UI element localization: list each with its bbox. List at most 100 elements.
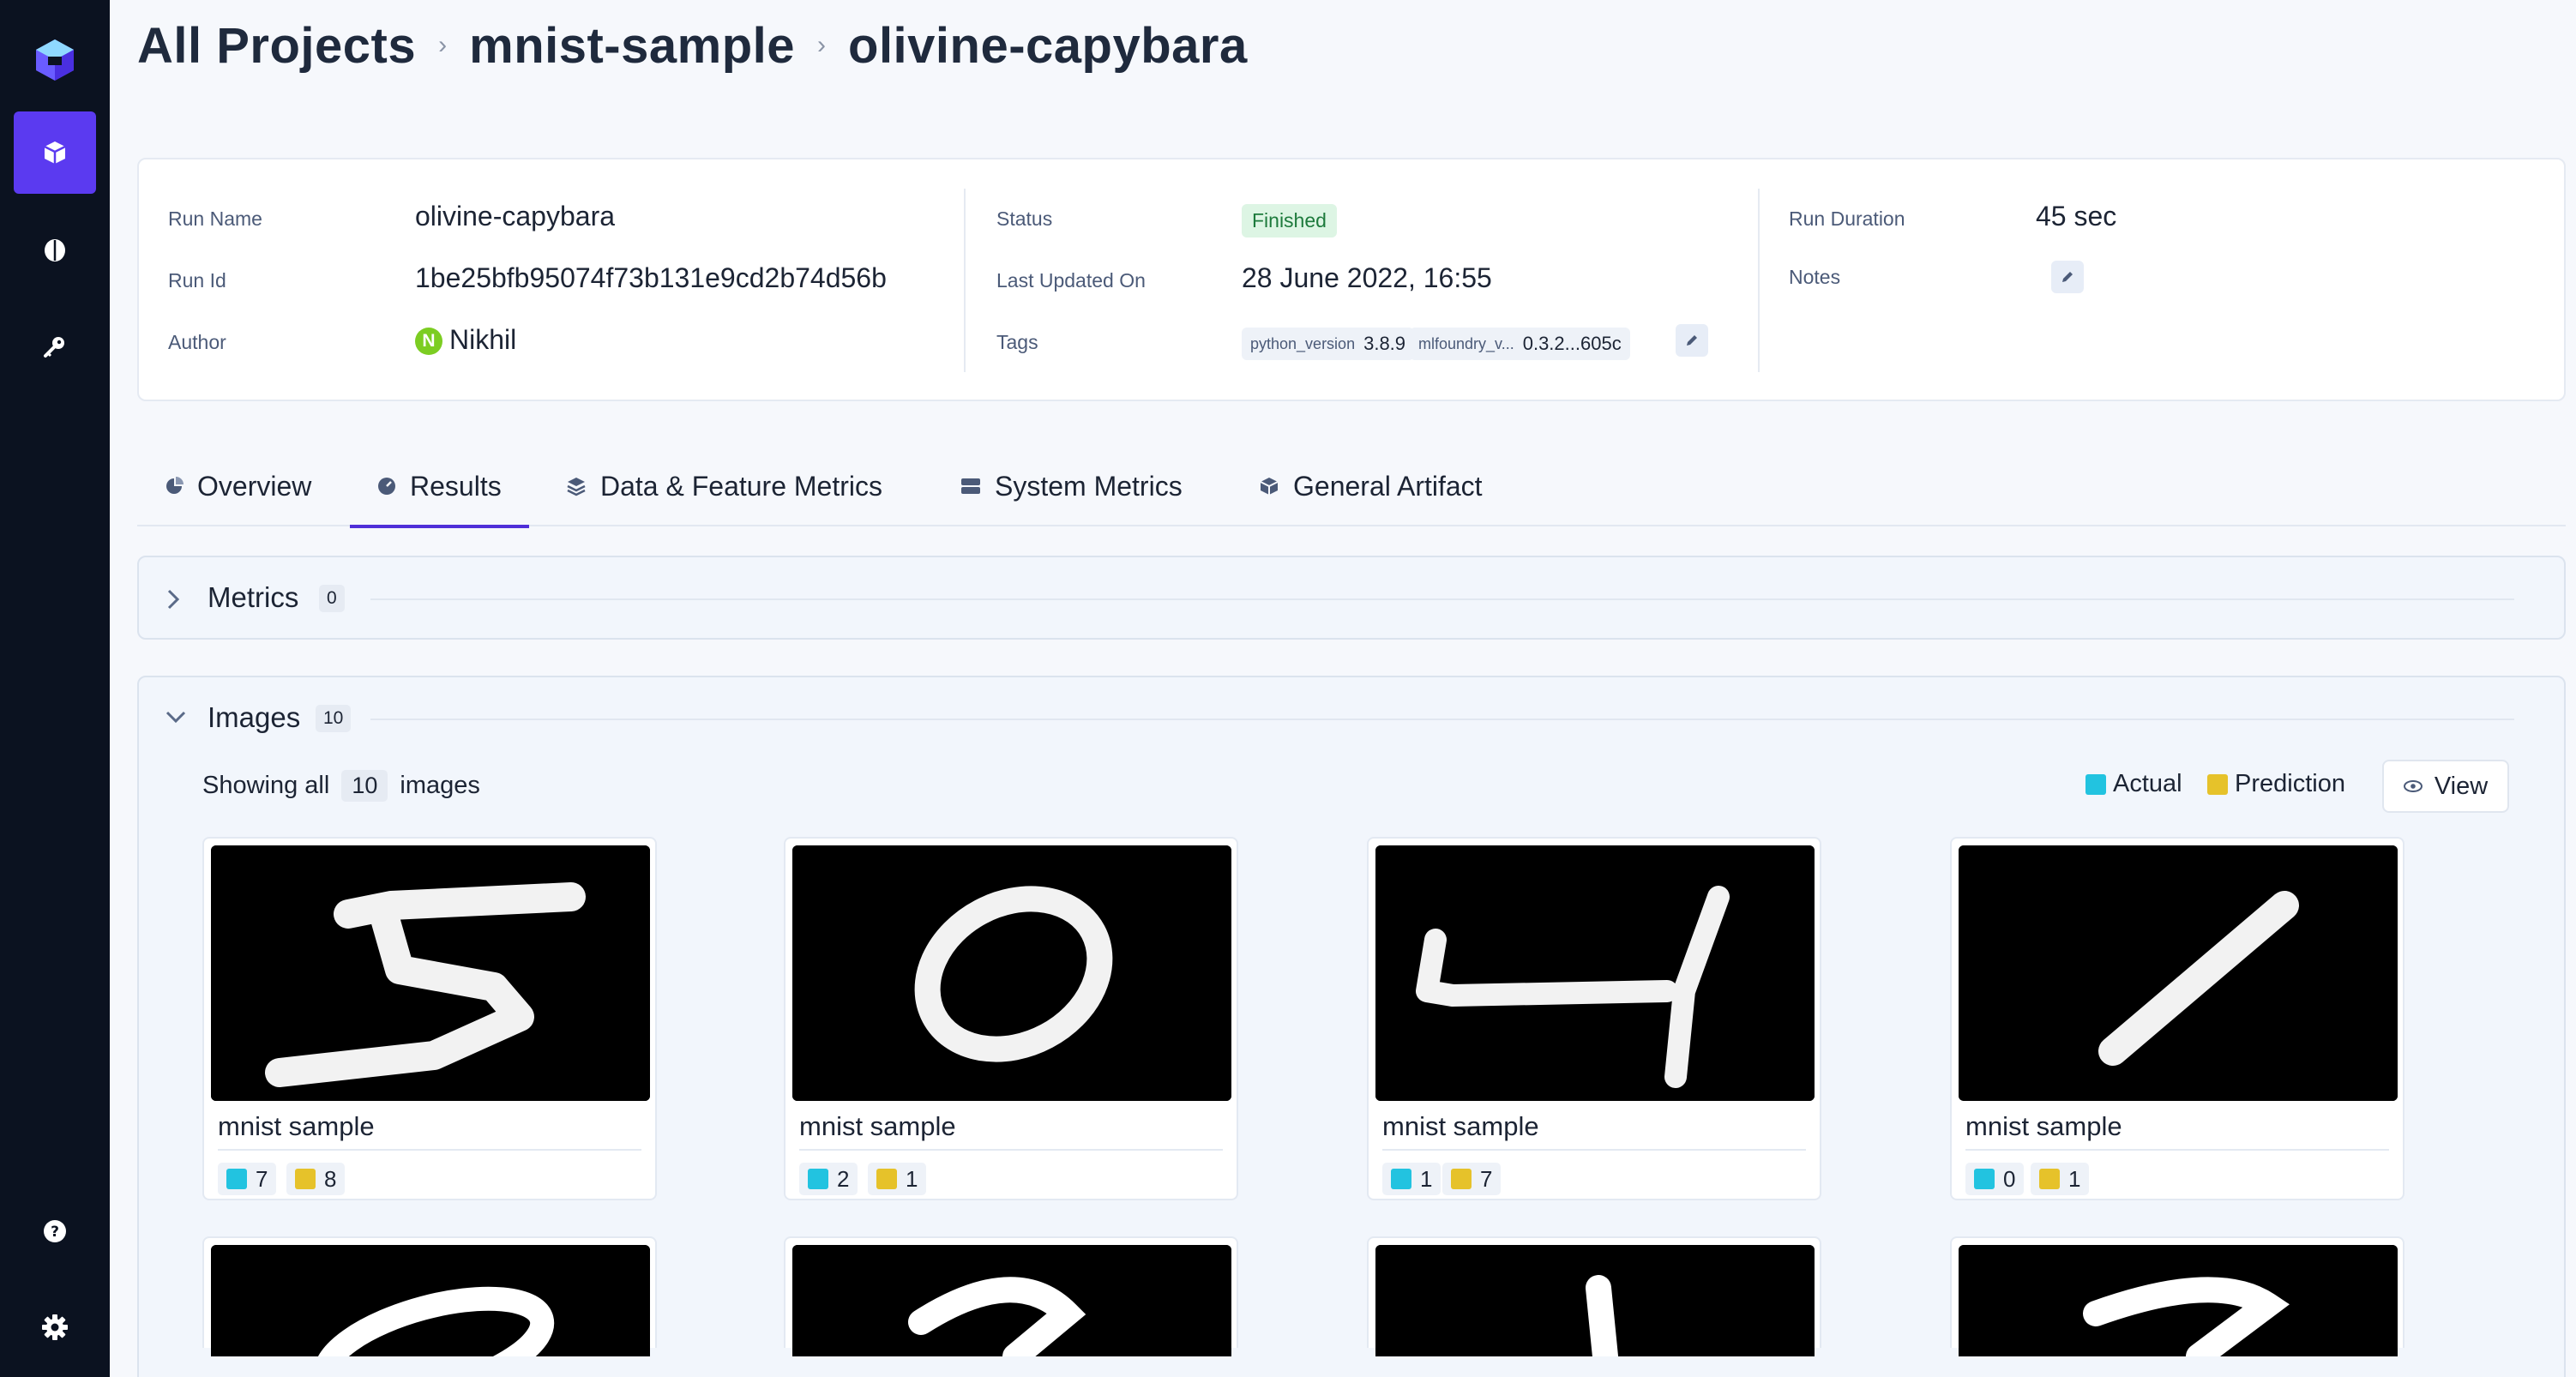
actual-label-pill: 1 bbox=[1382, 1163, 1441, 1195]
image-card[interactable] bbox=[202, 1236, 657, 1356]
tab-data-feature-metrics[interactable]: Data & Feature Metrics bbox=[566, 446, 882, 526]
gauge-icon bbox=[378, 478, 395, 495]
images-panel-title: Images bbox=[208, 701, 301, 733]
logo-icon[interactable] bbox=[14, 19, 96, 101]
image-card[interactable] bbox=[1367, 1236, 1821, 1356]
actual-value: 2 bbox=[837, 1165, 850, 1192]
chevron-right-icon: › bbox=[817, 31, 827, 59]
run-name-label: Run Name bbox=[168, 207, 262, 230]
breadcrumb-all-projects[interactable]: All Projects bbox=[137, 17, 416, 75]
divider bbox=[370, 719, 2514, 720]
mnist-digit-image bbox=[1375, 1245, 1815, 1356]
tag-value: 3.8.9 bbox=[1363, 333, 1406, 354]
pencil-icon bbox=[2062, 272, 2073, 282]
actual-swatch bbox=[1391, 1169, 1411, 1189]
prediction-swatch bbox=[876, 1169, 897, 1189]
pie-chart-icon bbox=[166, 477, 184, 494]
image-card[interactable] bbox=[784, 1236, 1238, 1356]
image-caption: mnist sample bbox=[1382, 1111, 1539, 1141]
tab-label: Results bbox=[410, 470, 502, 502]
breadcrumb: All Projects › mnist-sample › olivine-ca… bbox=[137, 15, 1248, 75]
tag-key: mlfoundry_v... bbox=[1418, 334, 1514, 352]
divider bbox=[1965, 1149, 2389, 1151]
help-icon[interactable]: ? bbox=[14, 1190, 96, 1272]
mnist-digit-image bbox=[792, 845, 1231, 1101]
divider bbox=[1382, 1149, 1806, 1151]
tab-overview[interactable]: Overview bbox=[165, 446, 311, 526]
server-icon bbox=[961, 478, 980, 494]
legend-actual: Actual bbox=[2085, 770, 2182, 798]
status-badge: Finished bbox=[1242, 204, 1337, 238]
svg-text:?: ? bbox=[51, 1224, 59, 1241]
metrics-count-badge: 0 bbox=[319, 585, 345, 612]
chevron-right-icon[interactable] bbox=[165, 588, 182, 610]
main-content: All Projects › mnist-sample › olivine-ca… bbox=[137, 0, 2566, 1377]
tab-label: Data & Feature Metrics bbox=[600, 470, 882, 502]
image-card[interactable]: mnist sample 2 1 bbox=[784, 837, 1238, 1200]
run-id-value: 1be25bfb95074f73b131e9cd2b74d56b bbox=[415, 262, 887, 293]
legend-actual-label: Actual bbox=[2113, 770, 2182, 797]
showing-count-text: Showing all 10 images bbox=[202, 770, 480, 802]
sidebar: ? bbox=[0, 0, 110, 1377]
actual-swatch bbox=[226, 1169, 247, 1189]
breadcrumb-project[interactable]: mnist-sample bbox=[469, 17, 795, 75]
metrics-panel[interactable]: Metrics 0 bbox=[137, 556, 2566, 640]
prediction-swatch bbox=[1451, 1169, 1472, 1189]
run-duration-label: Run Duration bbox=[1789, 207, 1905, 230]
tag-key: python_version bbox=[1250, 334, 1356, 352]
models-icon[interactable] bbox=[14, 209, 96, 292]
images-panel: Images 10 Showing all 10 images Actual P… bbox=[137, 676, 2566, 1377]
notes-label: Notes bbox=[1789, 266, 1841, 288]
legend-prediction-label: Prediction bbox=[2235, 770, 2345, 797]
projects-icon[interactable] bbox=[14, 111, 96, 194]
pencil-icon bbox=[1687, 335, 1697, 346]
tags-label: Tags bbox=[996, 331, 1038, 353]
image-card[interactable]: mnist sample 0 1 bbox=[1950, 837, 2404, 1200]
actual-label-pill: 0 bbox=[1965, 1163, 2025, 1195]
prediction-label-pill: 8 bbox=[286, 1163, 346, 1195]
view-button[interactable]: View bbox=[2382, 760, 2509, 813]
layers-icon bbox=[567, 478, 586, 496]
author-label: Author bbox=[168, 331, 226, 353]
divider bbox=[370, 598, 2514, 600]
prediction-swatch bbox=[2207, 773, 2228, 795]
image-caption: mnist sample bbox=[799, 1111, 956, 1141]
showing-suffix: images bbox=[400, 772, 480, 799]
tag-value: 0.3.2...605c bbox=[1522, 333, 1622, 354]
prediction-label-pill: 1 bbox=[2031, 1163, 2090, 1195]
edit-notes-button[interactable] bbox=[2051, 261, 2084, 293]
run-info-column-2: Status Finished Last Updated On 28 June … bbox=[964, 189, 1758, 372]
image-card[interactable]: mnist sample 7 8 bbox=[202, 837, 657, 1200]
secrets-icon[interactable] bbox=[14, 305, 96, 388]
tab-label: Overview bbox=[197, 470, 312, 502]
mnist-digit-image bbox=[1959, 845, 2398, 1101]
cube-icon bbox=[1260, 478, 1279, 495]
mnist-digit-image bbox=[211, 1245, 650, 1356]
run-info-column-3: Run Duration 45 sec Notes bbox=[1758, 189, 2564, 372]
actual-value: 7 bbox=[256, 1165, 268, 1192]
author-value: Nikhil bbox=[449, 324, 517, 355]
actual-swatch bbox=[2085, 773, 2106, 795]
last-updated-value: 28 June 2022, 16:55 bbox=[1242, 262, 1492, 293]
tab-system-metrics[interactable]: System Metrics bbox=[960, 446, 1183, 526]
run-name-value: olivine-capybara bbox=[415, 201, 616, 232]
divider bbox=[799, 1149, 1223, 1151]
image-card[interactable] bbox=[1950, 1236, 2404, 1356]
eye-icon bbox=[2403, 780, 2423, 792]
image-card[interactable]: mnist sample 1 7 bbox=[1367, 837, 1821, 1200]
prediction-value: 8 bbox=[324, 1165, 337, 1192]
edit-tags-button[interactable] bbox=[1676, 324, 1708, 357]
prediction-value: 1 bbox=[906, 1165, 918, 1192]
prediction-label-pill: 1 bbox=[868, 1163, 927, 1195]
breadcrumb-run: olivine-capybara bbox=[848, 17, 1248, 74]
legend-prediction: Prediction bbox=[2207, 770, 2345, 798]
prediction-value: 1 bbox=[2068, 1165, 2081, 1192]
tab-general-artifact[interactable]: General Artifact bbox=[1259, 446, 1483, 526]
images-count-badge: 10 bbox=[316, 705, 352, 732]
tab-results[interactable]: Results bbox=[350, 446, 529, 528]
tag-python-version: python_version 3.8.9 bbox=[1242, 328, 1415, 360]
settings-icon[interactable] bbox=[14, 1286, 96, 1368]
view-button-label: View bbox=[2434, 772, 2489, 800]
chevron-down-icon[interactable] bbox=[165, 708, 187, 725]
tag-mlfoundry-version: mlfoundry_v... 0.3.2...605c bbox=[1410, 328, 1630, 360]
